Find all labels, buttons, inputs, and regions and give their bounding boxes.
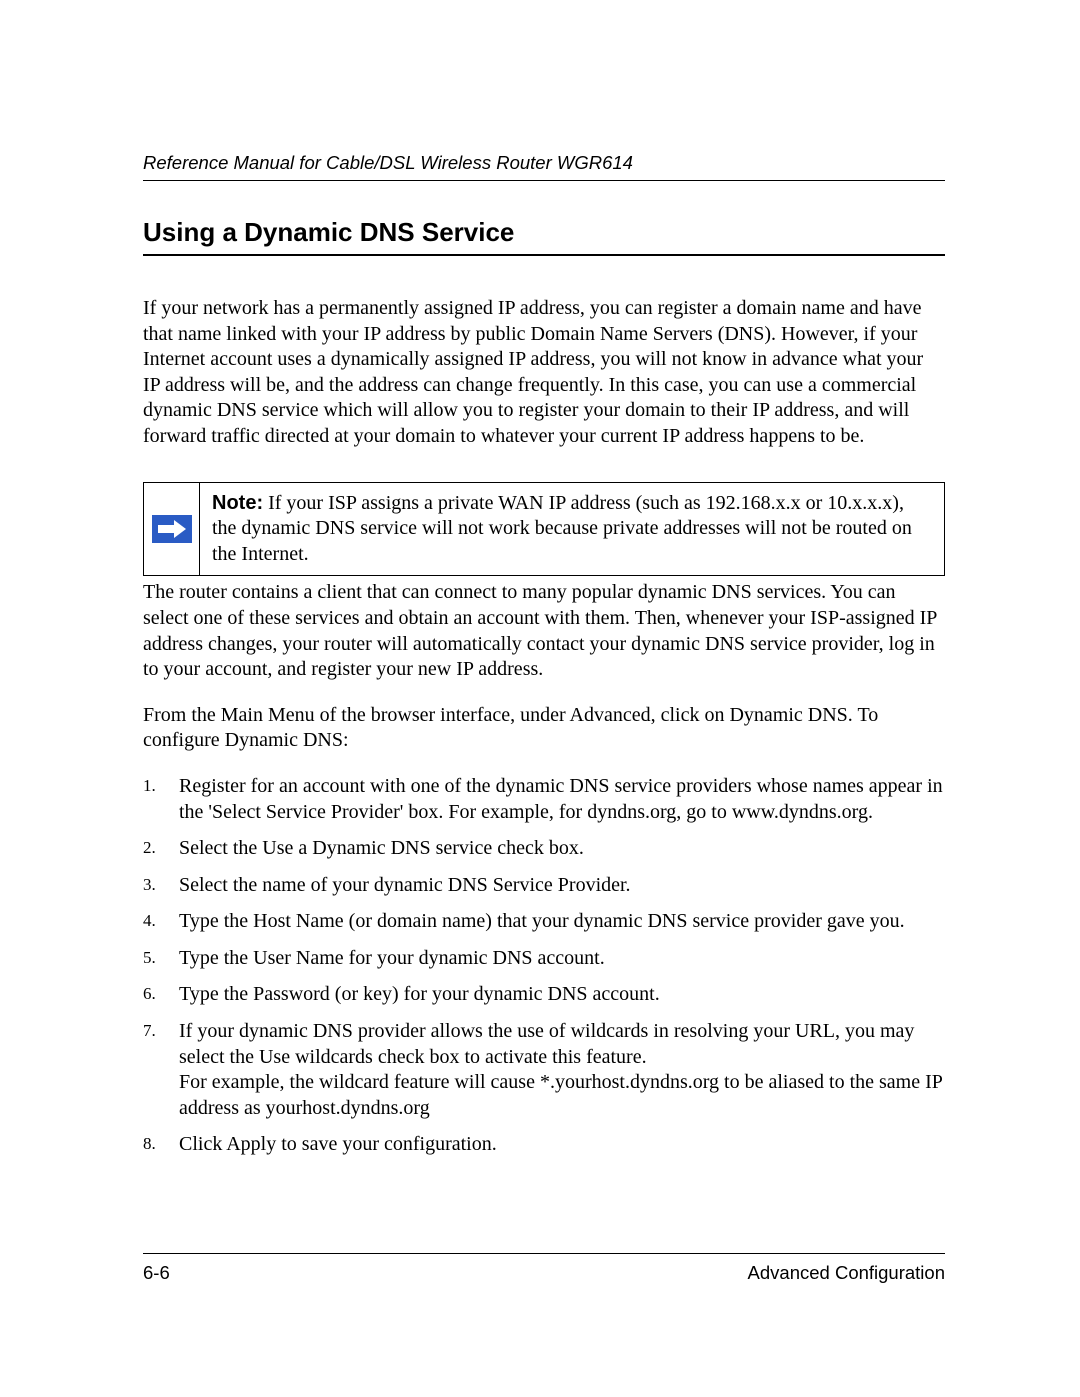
list-item: Type the Host Name (or domain name) that… [143, 909, 945, 935]
intro-paragraph: If your network has a permanently assign… [143, 296, 945, 450]
section-heading: Using a Dynamic DNS Service [143, 217, 945, 256]
list-item: Click Apply to save your configuration. [143, 1132, 945, 1158]
document-page: Reference Manual for Cable/DSL Wireless … [0, 0, 1080, 1158]
note-callout: Note: If your ISP assigns a private WAN … [143, 482, 945, 577]
arrow-right-icon [152, 515, 192, 543]
note-label: Note: [212, 492, 263, 514]
page-footer: 6-6 Advanced Configuration [143, 1253, 945, 1284]
chapter-name: Advanced Configuration [748, 1262, 945, 1284]
paragraph-2: The router contains a client that can co… [143, 580, 945, 682]
steps-list: Register for an account with one of the … [143, 774, 945, 1158]
paragraph-3: From the Main Menu of the browser interf… [143, 703, 945, 754]
list-item: Register for an account with one of the … [143, 774, 945, 825]
list-item: Select the Use a Dynamic DNS service che… [143, 836, 945, 862]
note-text: Note: If your ISP assigns a private WAN … [200, 483, 944, 576]
list-item: Type the Password (or key) for your dyna… [143, 982, 945, 1008]
note-body: If your ISP assigns a private WAN IP add… [212, 492, 912, 565]
note-icon-cell [144, 483, 200, 576]
list-item: If your dynamic DNS provider allows the … [143, 1019, 945, 1121]
running-header: Reference Manual for Cable/DSL Wireless … [143, 152, 945, 181]
list-item: Select the name of your dynamic DNS Serv… [143, 873, 945, 899]
page-number: 6-6 [143, 1262, 170, 1284]
list-item: Type the User Name for your dynamic DNS … [143, 946, 945, 972]
